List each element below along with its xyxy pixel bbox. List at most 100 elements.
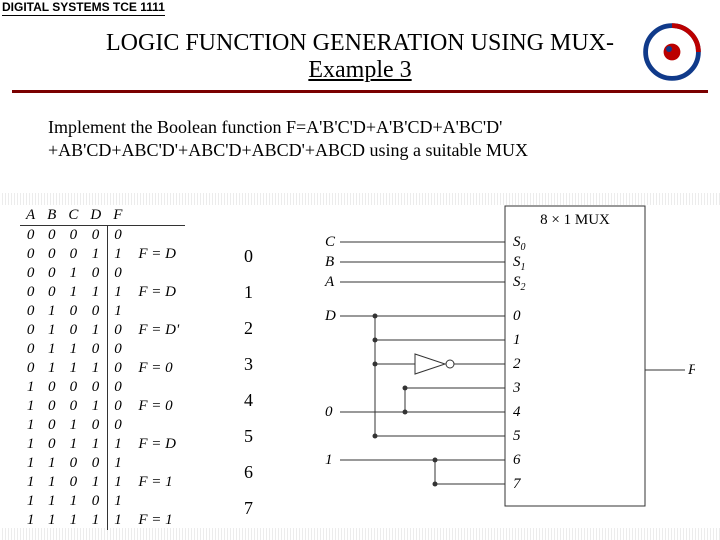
cell: 1 (20, 511, 41, 530)
zero-label: 0 (325, 404, 333, 420)
svg-text:S1: S1 (513, 254, 526, 273)
cell (128, 302, 185, 321)
cell: 0 (107, 416, 128, 435)
cell: 1 (41, 302, 62, 321)
cell: 1 (62, 416, 84, 435)
cell: 0 (20, 245, 41, 264)
cell (128, 416, 185, 435)
cell: 0 (84, 454, 107, 473)
cell: 1 (84, 283, 107, 302)
idx-3: 3 (244, 346, 253, 382)
cell: 1 (62, 264, 84, 283)
inverter-icon (415, 354, 454, 374)
cell: 1 (41, 359, 62, 378)
cell: 1 (84, 511, 107, 530)
cell: 1 (84, 245, 107, 264)
cell: 1 (84, 397, 107, 416)
cell: 1 (20, 492, 41, 511)
cell: F = 0 (128, 397, 185, 416)
cell: 1 (107, 511, 128, 530)
cell: 0 (84, 378, 107, 397)
cell: 1 (62, 359, 84, 378)
table-row: 10000 (20, 378, 185, 397)
svg-text:S2: S2 (513, 274, 526, 293)
cell: 0 (62, 321, 84, 340)
cell: F = 1 (128, 473, 185, 492)
mux-title: 8 × 1 MUX (540, 212, 610, 228)
cell: 1 (41, 511, 62, 530)
cell: 0 (62, 397, 84, 416)
cell: 0 (84, 226, 107, 246)
course-code: DIGITAL SYSTEMS TCE 1111 (2, 0, 165, 16)
table-row: 00011F = D (20, 245, 185, 264)
output-label: F (687, 362, 695, 378)
cell: 1 (62, 283, 84, 302)
cell: F = D (128, 283, 185, 302)
cell: 1 (62, 492, 84, 511)
cell: 1 (20, 473, 41, 492)
institution-logo-icon (642, 22, 702, 82)
th-C: C (62, 206, 84, 226)
table-row: 11101 (20, 492, 185, 511)
title-line-1: LOGIC FUNCTION GENERATION USING MUX- (0, 30, 720, 57)
table-row: 00111F = D (20, 283, 185, 302)
cell: 0 (20, 264, 41, 283)
cell: 0 (107, 264, 128, 283)
cell: F = D (128, 245, 185, 264)
table-row: 10111F = D (20, 435, 185, 454)
cell: 1 (41, 454, 62, 473)
th-A: A (20, 206, 41, 226)
title-line-2: Example 3 (0, 57, 720, 84)
svg-text:C: C (325, 234, 336, 250)
table-row: 00100 (20, 264, 185, 283)
cell: F = D (128, 435, 185, 454)
svg-text:3: 3 (512, 380, 521, 396)
cell: F = 0 (128, 359, 185, 378)
table-row: 11001 (20, 454, 185, 473)
idx-4: 4 (244, 382, 253, 418)
cell: 1 (107, 302, 128, 321)
cell (128, 492, 185, 511)
cell: 1 (107, 283, 128, 302)
cell: 1 (107, 245, 128, 264)
idx-7: 7 (244, 490, 253, 526)
idx-2: 2 (244, 310, 253, 346)
cell: 0 (41, 397, 62, 416)
cell: 0 (107, 340, 128, 359)
slide-title: LOGIC FUNCTION GENERATION USING MUX- Exa… (0, 30, 720, 84)
cell: 1 (62, 435, 84, 454)
cell: 1 (84, 435, 107, 454)
svg-text:A: A (324, 274, 335, 290)
cell: 1 (107, 435, 128, 454)
idx-1: 1 (244, 274, 253, 310)
cell: 1 (20, 378, 41, 397)
svg-text:4: 4 (513, 404, 521, 420)
title-underline (12, 90, 708, 93)
svg-text:6: 6 (513, 452, 521, 468)
cell: 1 (62, 511, 84, 530)
table-row: 00000 (20, 226, 185, 246)
th-F: F (107, 206, 128, 226)
sel-lines: C S0 B S1 A S2 (324, 234, 526, 293)
cell: 0 (62, 473, 84, 492)
cell: 0 (20, 283, 41, 302)
cell: 1 (20, 416, 41, 435)
cell: 0 (62, 226, 84, 246)
svg-text:0: 0 (513, 308, 521, 324)
d-label: D (324, 308, 336, 324)
table-row: 01100 (20, 340, 185, 359)
table-row: 11011F = 1 (20, 473, 185, 492)
cell: 0 (107, 321, 128, 340)
cell: 1 (41, 340, 62, 359)
cell: 0 (107, 397, 128, 416)
cell (128, 264, 185, 283)
cell: 1 (41, 473, 62, 492)
cell: 0 (62, 245, 84, 264)
cell (128, 378, 185, 397)
cell: 0 (62, 378, 84, 397)
cell: 1 (107, 492, 128, 511)
cell: 0 (41, 378, 62, 397)
cell: 1 (107, 473, 128, 492)
cell: 0 (84, 264, 107, 283)
cell: F = 1 (128, 511, 185, 530)
